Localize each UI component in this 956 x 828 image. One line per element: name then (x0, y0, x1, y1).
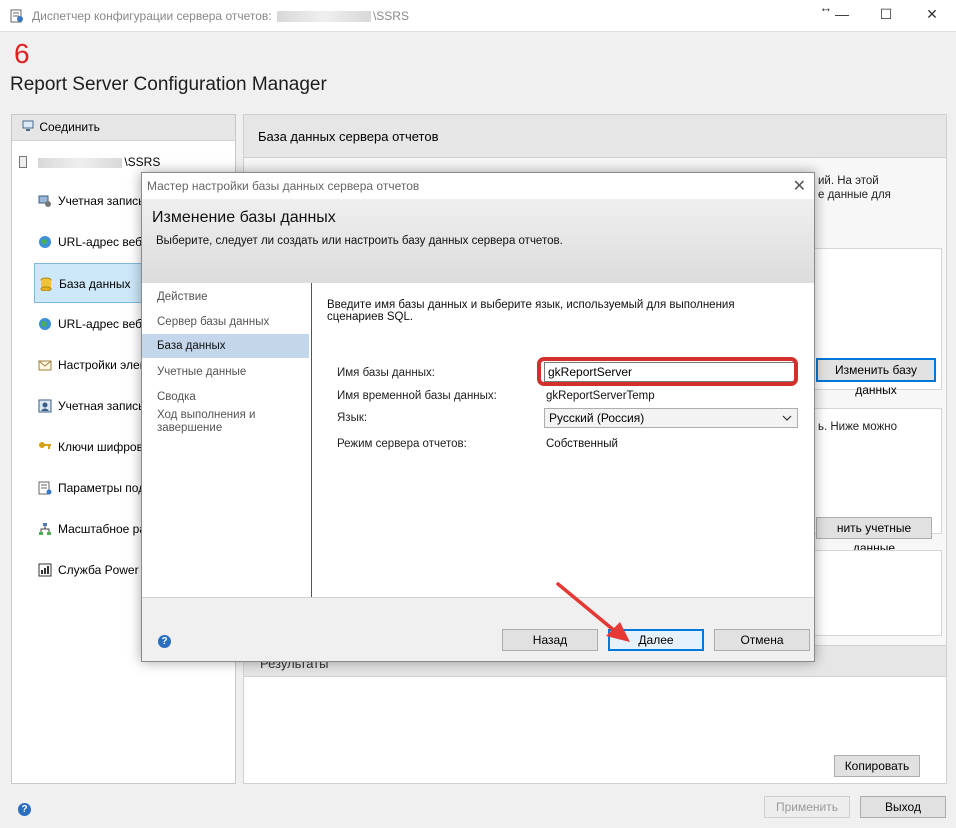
server-node[interactable]: \SSRS (19, 155, 160, 169)
database-wizard-dialog: Мастер настройки базы данных сервера отч… (141, 172, 815, 662)
app-title: Report Server Configuration Manager (10, 74, 327, 95)
language-value: Русский (Россия) (549, 411, 645, 425)
cancel-button[interactable]: Отмена (714, 629, 810, 651)
nav-item-label: Служба Power BI (58, 563, 154, 577)
close-button[interactable]: ✕ (922, 6, 942, 23)
connect-button[interactable]: Соединить (12, 115, 235, 141)
app-icon (10, 9, 23, 23)
web-service-url-icon (39, 236, 51, 248)
server-icon (19, 156, 27, 168)
db-name-label: Имя базы данных: (337, 367, 435, 379)
window-title: Диспетчер конфигурации сервера отчетов: … (32, 9, 409, 23)
change-database-button[interactable]: Изменить базу данных (816, 358, 936, 397)
encryption-keys-icon (39, 442, 51, 449)
language-select[interactable]: Русский (Россия) (544, 408, 798, 428)
redacted-server-name (276, 11, 371, 23)
power-bi-icon (38, 563, 52, 577)
step-credentials[interactable]: Учетные данные (142, 366, 309, 379)
step-action[interactable]: Действие (142, 291, 309, 304)
chevron-down-icon (782, 415, 792, 421)
temp-db-value: gkReportServerTemp (546, 390, 655, 402)
dialog-subtitle: Выберите, следует ли создать или настрои… (156, 235, 563, 247)
dialog-help-icon[interactable]: ? (158, 635, 171, 648)
redacted-server-name (38, 157, 123, 168)
step-database-server[interactable]: Сервер базы данных (142, 316, 309, 329)
wizard-steps: Действие Сервер базы данных База данных … (142, 283, 312, 597)
copy-button[interactable]: Копировать (834, 755, 920, 777)
step-database[interactable]: База данных (142, 334, 309, 358)
mode-value: Собственный (546, 438, 618, 450)
nav-item-label: База данных (59, 277, 131, 291)
web-portal-url-icon (39, 318, 51, 330)
language-label: Язык: (337, 412, 368, 424)
wizard-content: Введите имя базы данных и выберите язык,… (313, 283, 814, 597)
window-title-prefix: Диспетчер конфигурации сервера отчетов: (32, 9, 272, 23)
minimize-button[interactable]: — (832, 6, 852, 22)
db-name-highlight (537, 357, 798, 386)
step-summary[interactable]: Сводка (142, 391, 309, 404)
maximize-button[interactable]: ☐ (876, 6, 896, 23)
service-account-icon (38, 195, 51, 207)
connect-label: Соединить (39, 120, 100, 134)
content-intro: Введите имя базы данных и выберите язык,… (327, 299, 735, 323)
step-progress[interactable]: Ход выполнения и завершение (142, 409, 262, 435)
email-settings-icon (38, 360, 52, 371)
exit-button[interactable]: Выход (860, 796, 946, 818)
dialog-close-button[interactable]: ✕ (793, 176, 806, 196)
apply-button[interactable]: Применить (764, 796, 850, 818)
mode-label: Режим сервера отчетов: (337, 438, 467, 450)
arrow-annotation-icon (556, 582, 630, 642)
bg-description-line-3: ь. Ниже можно (818, 421, 898, 433)
bg-description-line-2: е данные для (818, 189, 891, 201)
help-icon[interactable]: ? (18, 803, 31, 816)
connect-icon (22, 120, 34, 131)
window-title-suffix: \SSRS (372, 9, 409, 23)
window-titlebar: Диспетчер конфигурации сервера отчетов: … (0, 0, 956, 32)
right-panel-header: База данных сервера отчетов (243, 114, 947, 158)
bg-description-line-1: ий. На этой (818, 175, 879, 187)
dialog-banner: Изменение базы данных Выберите, следует … (142, 199, 814, 283)
execution-account-icon (38, 399, 52, 413)
dialog-title: Мастер настройки базы данных сервера отч… (147, 179, 420, 193)
dialog-footer: ? Назад Далее Отмена (142, 597, 814, 661)
subscription-settings-icon (38, 481, 52, 495)
database-icon (40, 277, 52, 291)
change-credentials-button[interactable]: нить учетные данные (816, 517, 932, 555)
dialog-heading: Изменение базы данных (152, 209, 336, 226)
scale-out-icon (39, 523, 51, 535)
temp-db-label: Имя временной базы данных: (337, 390, 497, 402)
server-suffix: \SSRS (124, 155, 161, 169)
step-number: 6 (14, 38, 30, 69)
